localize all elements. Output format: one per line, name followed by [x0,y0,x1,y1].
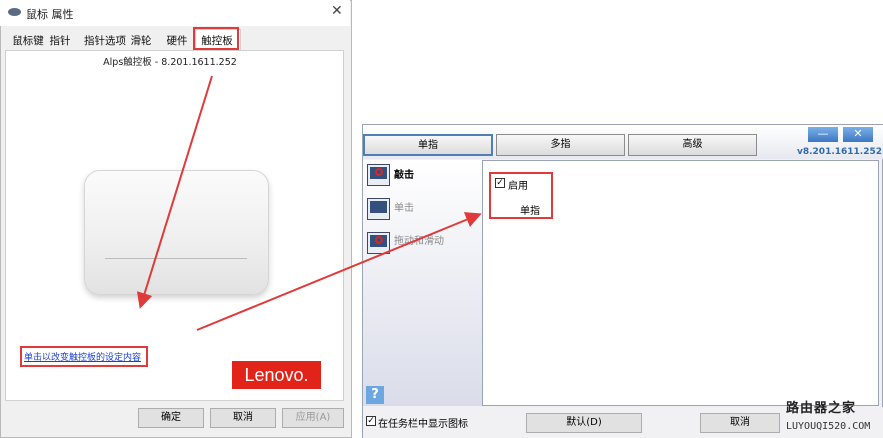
arrow-tab-to-link [136,75,213,309]
arrow-link-to-settings [196,212,482,331]
annotation-arrows [136,75,482,331]
